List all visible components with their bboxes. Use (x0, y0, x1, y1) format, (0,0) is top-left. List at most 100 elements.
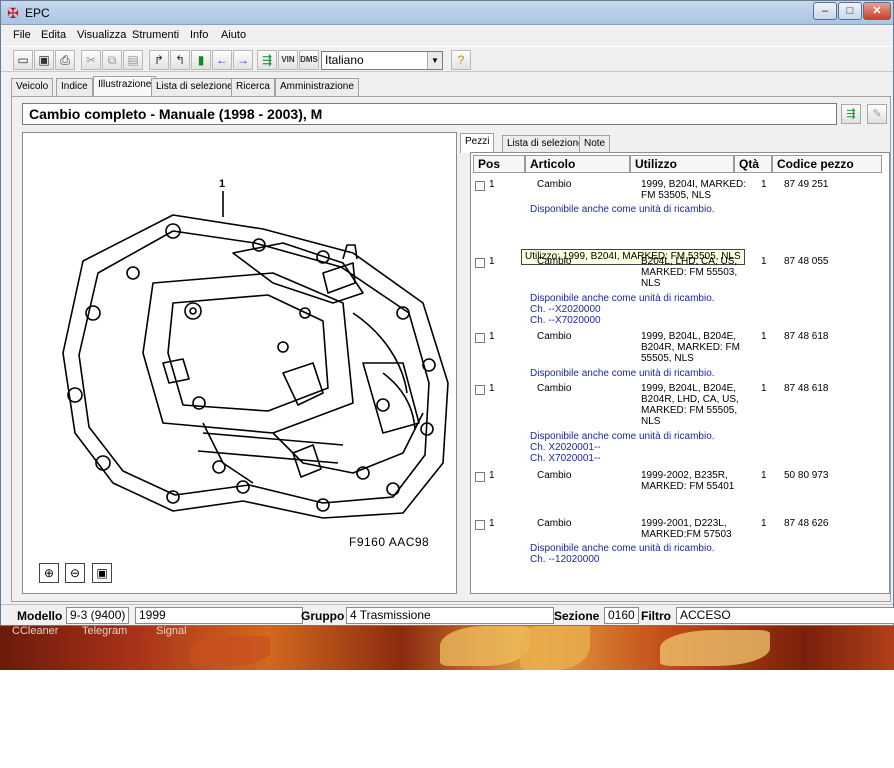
callout-label: 1 (219, 178, 225, 190)
row-checkbox[interactable] (475, 472, 485, 482)
row-note: Ch. X2020001-- (530, 442, 601, 453)
tab-veicolo[interactable]: Veicolo (11, 78, 54, 96)
chevron-down-icon[interactable]: ▼ (427, 52, 442, 69)
tab-lista-di-selezione[interactable]: Lista di selezione (502, 135, 589, 152)
row-usage-line: NLS (641, 416, 661, 427)
row-usage-line: MARKED:FM 57503 (641, 529, 732, 540)
cut-icon[interactable]: ✂ (81, 50, 101, 70)
edit-icon[interactable]: ✎ (867, 104, 887, 124)
tab-illustrazione[interactable]: Illustrazione (93, 76, 157, 97)
gruppo-label: Gruppo (301, 609, 345, 623)
save-icon[interactable]: ▣ (34, 50, 54, 70)
tab-amministrazione[interactable]: Amministrazione (275, 78, 359, 96)
language-select[interactable]: Italiano ▼ (321, 51, 443, 70)
key-question-icon[interactable]: ? (451, 50, 471, 70)
copy-icon[interactable]: ⧉ (102, 50, 122, 70)
row-usage-line: NLS (641, 278, 661, 289)
menu-file[interactable]: File (13, 29, 31, 41)
row-note: Ch. --12020000 (530, 554, 600, 565)
column-header-pos[interactable]: Pos (473, 155, 525, 173)
row-checkbox[interactable] (475, 181, 485, 191)
row-code: 87 48 618 (784, 331, 829, 342)
status-bar: Modello 9-3 (9400) 1999 Gruppo 4 Trasmis… (1, 604, 894, 624)
saab-griffin-icon: ✠ (7, 5, 19, 21)
row-usage-line: MARKED: FM 55505, (641, 405, 738, 416)
row-pos: 1 (489, 256, 495, 267)
row-qty: 1 (761, 256, 767, 267)
transfer-icon[interactable]: ⇶ (841, 104, 861, 124)
filtro-label: Filtro (641, 609, 671, 623)
tab-lista-di-selezione[interactable]: Lista di selezione (151, 78, 238, 96)
row-article: Cambio (537, 518, 572, 529)
column-header-utilizzo[interactable]: Utilizzo (630, 155, 734, 173)
row-pos: 1 (489, 518, 495, 529)
bookmark-icon[interactable]: ▮ (191, 50, 211, 70)
column-header-qta[interactable]: Qtà (734, 155, 772, 173)
row-usage-line: 1999, B204L, B204E, (641, 383, 737, 394)
desktop-background: CCleaner Telegram Signal (0, 622, 894, 670)
minimize-button[interactable]: – (813, 2, 837, 20)
desktop-icon-label[interactable]: CCleaner (12, 625, 58, 637)
menu-strumenti[interactable]: Strumenti (132, 29, 179, 41)
desktop-icon-label[interactable]: Signal (156, 625, 187, 637)
tab-note[interactable]: Note (579, 135, 611, 152)
drawing-code: F9160 AAC98 (349, 535, 430, 549)
dms-button[interactable]: DMS (299, 50, 319, 70)
menu-edita[interactable]: Edita (41, 29, 66, 41)
row-article: Cambio (537, 179, 572, 190)
tab-ricerca[interactable]: Ricerca (231, 78, 275, 96)
open-folder-icon[interactable]: ▭ (13, 50, 33, 70)
desktop-icon-label[interactable]: Telegram (82, 625, 127, 637)
modello-value: 9-3 (9400) (66, 607, 130, 624)
row-note: Ch. --X7020000 (530, 315, 601, 326)
tab-pezzi[interactable]: Pezzi (460, 133, 495, 153)
menu-aiuto[interactable]: Aiuto (221, 29, 246, 41)
row-qty: 1 (761, 470, 767, 481)
maximize-button[interactable]: □ (838, 2, 862, 20)
paste-icon[interactable]: ▤ (123, 50, 143, 70)
row-checkbox[interactable] (475, 333, 485, 343)
row-pos: 1 (489, 179, 495, 190)
arrow-right-icon[interactable]: → (233, 50, 253, 70)
column-header-articolo[interactable]: Articolo (525, 155, 630, 173)
transfer-icon[interactable]: ⇶ (257, 50, 277, 70)
column-header-codice[interactable]: Codice pezzo (772, 155, 882, 173)
row-code: 87 48 618 (784, 383, 829, 394)
menu-info[interactable]: Info (190, 29, 208, 41)
leaf-decoration (520, 622, 590, 670)
row-pos: 1 (489, 331, 495, 342)
row-checkbox[interactable] (475, 385, 485, 395)
row-usage-line: 55505, NLS (641, 353, 694, 364)
row-qty: 1 (761, 518, 767, 529)
filtro-value: ACCESO (676, 607, 894, 624)
gruppo-value: 4 Trasmissione (346, 607, 554, 624)
row-pos: 1 (489, 383, 495, 394)
row-article: Cambio (537, 256, 572, 267)
return-icon[interactable]: ↰ (170, 50, 190, 70)
row-usage-line: 1999-2001, D223L, (641, 518, 727, 529)
arrow-left-icon[interactable]: ← (212, 50, 232, 70)
vin-button[interactable]: VIN (278, 50, 298, 70)
illustration-view[interactable]: 1 F9160 AAC98 ⊕ ⊖ ▣ (22, 132, 457, 594)
print-icon[interactable]: ⎙ (55, 50, 75, 70)
menu-visualizza[interactable]: Visualizza (77, 29, 126, 41)
row-usage-line: 1999, B204L, B204E, (641, 331, 737, 342)
row-usage-line: MARKED: FM 55401 (641, 481, 735, 492)
zoom-out-icon[interactable]: ⊖ (65, 563, 85, 583)
tab-indice[interactable]: Indice (56, 78, 93, 96)
zoom-fit-icon[interactable]: ▣ (92, 563, 112, 583)
row-checkbox[interactable] (475, 520, 485, 530)
row-qty: 1 (761, 331, 767, 342)
select-list-icon[interactable]: ↱ (149, 50, 169, 70)
row-checkbox[interactable] (475, 258, 485, 268)
zoom-in-icon[interactable]: ⊕ (39, 563, 59, 583)
row-usage-line: FM 53505, NLS (641, 190, 712, 201)
row-code: 87 48 055 (784, 256, 829, 267)
row-qty: 1 (761, 179, 767, 190)
maximize-icon: □ (846, 5, 854, 17)
row-usage-line: B204R, MARKED: FM (641, 342, 740, 353)
language-value: Italiano (325, 53, 364, 67)
close-button[interactable]: ✕ (863, 2, 891, 20)
illustration-panel: Cambio completo - Manuale (1998 - 2003),… (11, 96, 891, 602)
title-bar[interactable]: ✠ EPC – □ ✕ (1, 1, 893, 25)
